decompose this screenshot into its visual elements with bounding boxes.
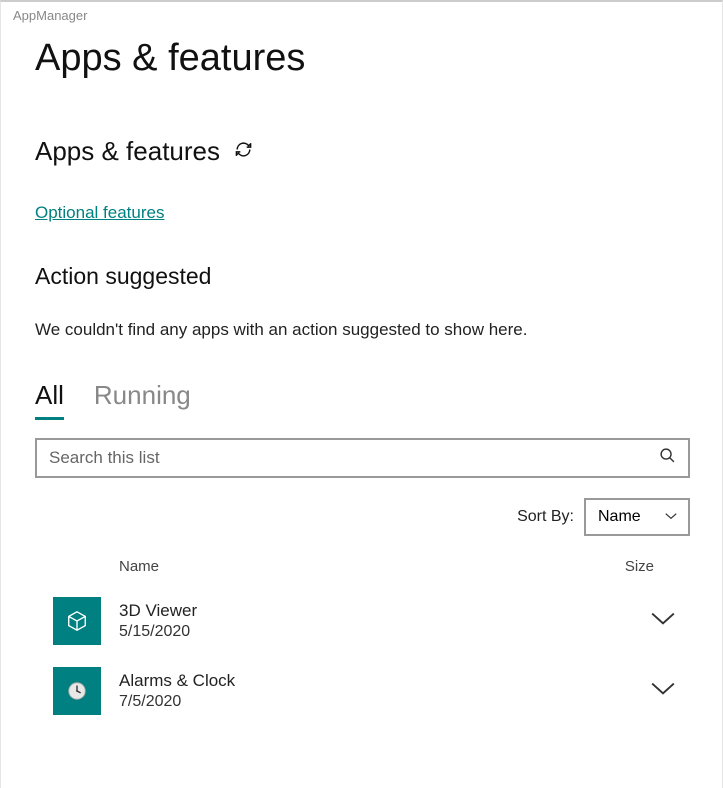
app-name: 3D Viewer — [119, 601, 650, 621]
search-input[interactable] — [49, 448, 659, 468]
tab-all[interactable]: All — [35, 380, 64, 420]
column-size: Size — [625, 558, 654, 575]
clock-icon — [53, 667, 101, 715]
tab-running[interactable]: Running — [94, 380, 191, 420]
search-icon[interactable] — [659, 447, 676, 469]
page-title: Apps & features — [35, 37, 690, 80]
sort-select[interactable]: Name — [584, 498, 690, 536]
app-date: 7/5/2020 — [119, 693, 650, 711]
status-text: We couldn't find any apps with an action… — [35, 320, 690, 340]
sort-selected-value: Name — [598, 508, 641, 526]
chevron-down-icon[interactable] — [650, 611, 676, 632]
tabs: All Running — [35, 380, 690, 420]
search-box[interactable] — [35, 438, 690, 478]
chevron-down-icon — [664, 508, 678, 526]
columns-header: Name Size — [35, 558, 690, 575]
chevron-down-icon[interactable] — [650, 681, 676, 702]
app-name: Alarms & Clock — [119, 671, 650, 691]
sort-by-label: Sort By: — [517, 508, 574, 526]
window-title: AppManager — [1, 2, 722, 27]
action-suggested-heading: Action suggested — [35, 263, 690, 290]
section-heading: Apps & features — [35, 136, 220, 167]
app-row[interactable]: 3D Viewer 5/15/2020 — [35, 597, 690, 645]
app-row[interactable]: Alarms & Clock 7/5/2020 — [35, 667, 690, 715]
optional-features-link[interactable]: Optional features — [35, 203, 164, 223]
cube-icon — [53, 597, 101, 645]
column-name: Name — [119, 558, 625, 575]
refresh-icon[interactable] — [234, 140, 253, 164]
app-date: 5/15/2020 — [119, 623, 650, 641]
